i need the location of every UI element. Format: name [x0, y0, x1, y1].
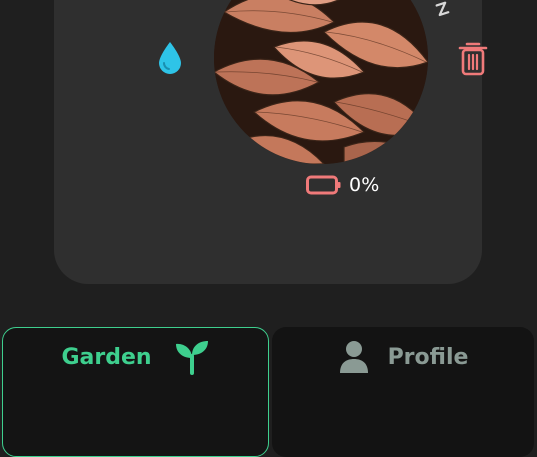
battery-status: 0% [306, 174, 380, 196]
tab-garden[interactable]: Garden [2, 327, 269, 457]
battery-empty-icon [306, 175, 341, 195]
plant-photo[interactable] [214, 0, 428, 164]
sprout-icon [175, 341, 208, 375]
battery-level: 0% [349, 174, 380, 196]
plant-leaves-image [214, 0, 428, 164]
user-icon [339, 341, 368, 373]
plant-card: 0% [54, 0, 488, 284]
trash-icon[interactable] [457, 40, 489, 76]
tab-profile[interactable]: Profile [272, 327, 534, 457]
tab-garden-label: Garden [61, 344, 152, 370]
water-drop-icon[interactable] [156, 40, 184, 76]
sleep-zzz-icon [434, 0, 474, 18]
tab-profile-label: Profile [387, 344, 469, 370]
